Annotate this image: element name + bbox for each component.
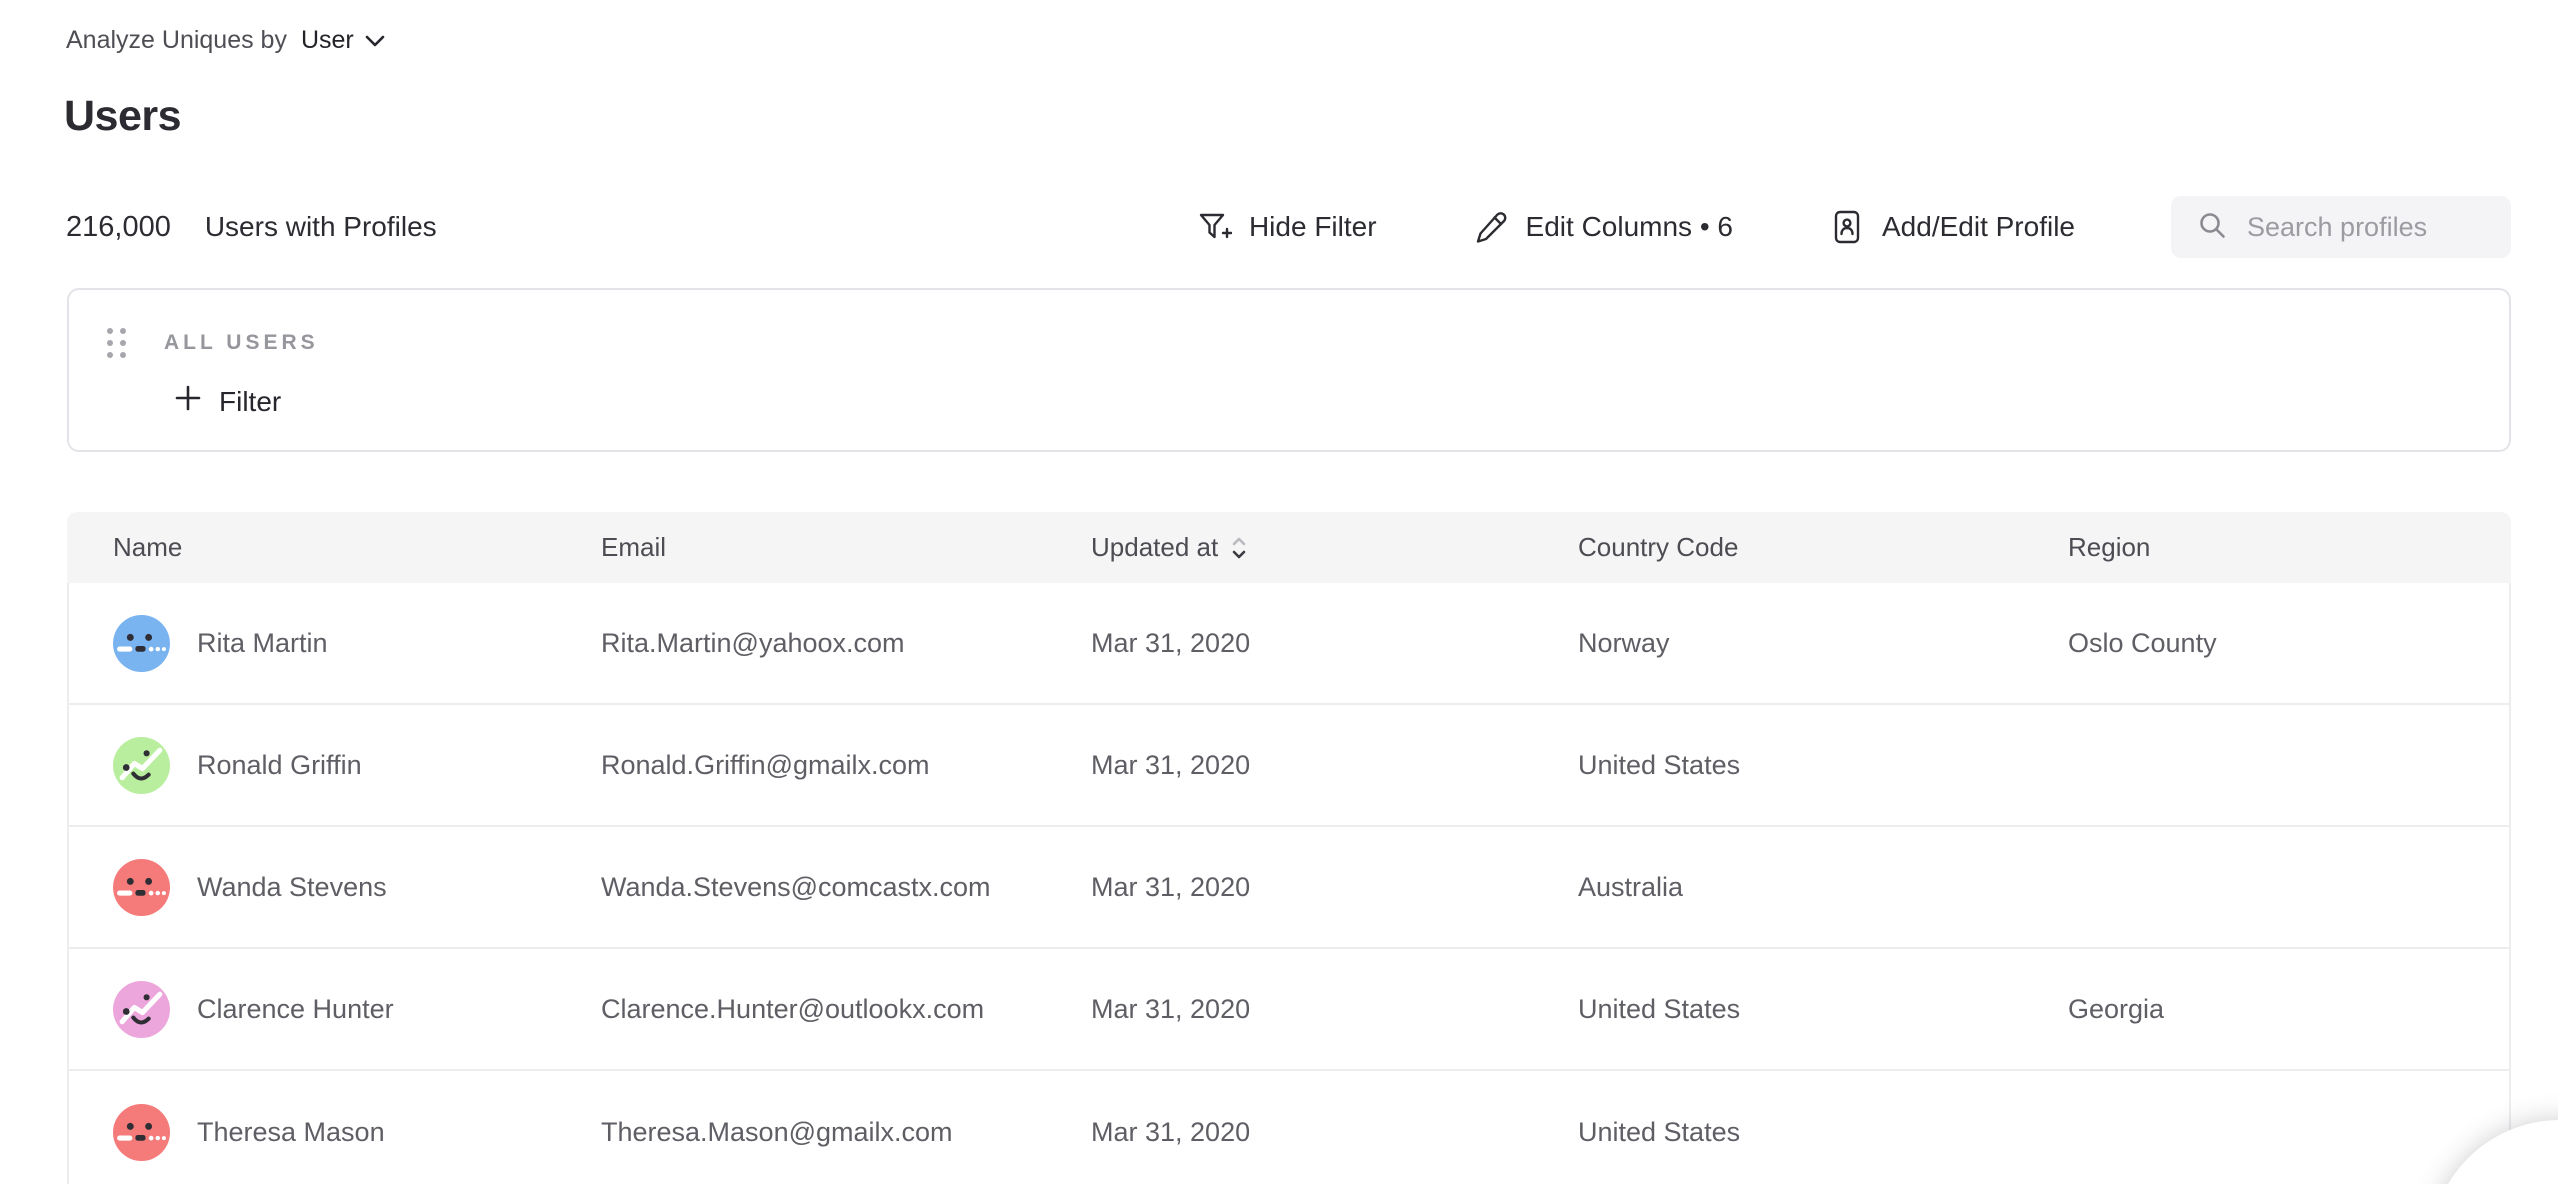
column-header-name[interactable]: Name (113, 532, 601, 563)
user-updated-at: Mar 31, 2020 (1091, 628, 1578, 659)
stats-toolbar-row: 216,000 Users with Profiles Hide Filter (66, 196, 2511, 258)
user-name: Ronald Griffin (197, 750, 362, 781)
add-filter-label: Filter (219, 386, 281, 418)
profile-count-caption: Users with Profiles (205, 211, 437, 243)
add-edit-profile-label: Add/Edit Profile (1882, 211, 2075, 243)
user-country: Australia (1578, 872, 2068, 903)
user-updated-at: Mar 31, 2020 (1091, 750, 1578, 781)
table-row[interactable]: Clarence Hunter Clarence.Hunter@outlookx… (69, 949, 2509, 1071)
user-name: Wanda Stevens (197, 872, 387, 903)
table-row[interactable]: Wanda Stevens Wanda.Stevens@comcastx.com… (69, 827, 2509, 949)
edit-columns-label: Edit Columns • 6 (1526, 211, 1733, 243)
add-edit-profile-button[interactable]: Add/Edit Profile (1829, 209, 2075, 245)
table-header: Name Email Updated at Country Code Regio… (67, 512, 2511, 583)
user-email: Ronald.Griffin@gmailx.com (601, 750, 1091, 781)
user-updated-at: Mar 31, 2020 (1091, 1117, 1578, 1148)
search-icon (2197, 210, 2227, 245)
table-row[interactable]: Ronald Griffin Ronald.Griffin@gmailx.com… (69, 705, 2509, 827)
user-email: Rita.Martin@yahoox.com (601, 628, 1091, 659)
column-header-region[interactable]: Region (2068, 532, 2511, 563)
page-title: Users (64, 92, 181, 141)
filter-card: ALL USERS Filter (67, 288, 2511, 452)
user-country: United States (1578, 994, 2068, 1025)
table-row[interactable]: Theresa Mason Theresa.Mason@gmailx.com M… (69, 1071, 2509, 1184)
analyze-uniques-label: Analyze Uniques by (66, 26, 287, 55)
user-email: Wanda.Stevens@comcastx.com (601, 872, 1091, 903)
column-header-email[interactable]: Email (601, 532, 1091, 563)
profile-count: 216,000 (66, 211, 171, 244)
users-page: Analyze Uniques by User Users 216,000 Us… (0, 0, 2558, 1184)
hide-filter-label: Hide Filter (1249, 211, 1377, 243)
toolbar: Hide Filter Edit Columns • 6 (1196, 196, 2511, 258)
user-email: Clarence.Hunter@outlookx.com (601, 994, 1091, 1025)
analyze-uniques-row: Analyze Uniques by User (66, 26, 386, 55)
user-country: United States (1578, 1117, 2068, 1148)
user-avatar (113, 1104, 170, 1161)
user-country: United States (1578, 750, 2068, 781)
hide-filter-button[interactable]: Hide Filter (1196, 209, 1377, 245)
all-users-label: ALL USERS (164, 331, 319, 355)
column-header-updated-at[interactable]: Updated at (1091, 532, 1578, 563)
user-country: Norway (1578, 628, 2068, 659)
user-avatar (113, 737, 170, 794)
profile-count-group: 216,000 Users with Profiles (66, 211, 437, 244)
edit-columns-button[interactable]: Edit Columns • 6 (1473, 209, 1733, 245)
sort-icon (1230, 533, 1248, 563)
user-updated-at: Mar 31, 2020 (1091, 994, 1578, 1025)
user-name: Theresa Mason (197, 1117, 385, 1148)
drag-handle-icon[interactable] (107, 328, 126, 358)
funnel-plus-icon (1196, 209, 1232, 245)
user-region: Georgia (2068, 994, 2509, 1025)
user-updated-at: Mar 31, 2020 (1091, 872, 1578, 903)
search-profiles-input[interactable] (2247, 212, 2485, 243)
plus-icon (174, 384, 202, 419)
user-email: Theresa.Mason@gmailx.com (601, 1117, 1091, 1148)
analyze-by-dropdown[interactable]: User (301, 26, 386, 55)
table-row[interactable]: Rita Martin Rita.Martin@yahoox.com Mar 3… (69, 583, 2509, 705)
add-filter-button[interactable]: Filter (174, 384, 281, 419)
column-header-country-code[interactable]: Country Code (1578, 532, 2068, 563)
pencil-icon (1473, 209, 1509, 245)
user-name: Rita Martin (197, 628, 328, 659)
users-table: Name Email Updated at Country Code Regio… (67, 512, 2511, 1184)
user-name: Clarence Hunter (197, 994, 394, 1025)
user-avatar (113, 615, 170, 672)
user-region: Oslo County (2068, 628, 2509, 659)
user-avatar (113, 981, 170, 1038)
user-avatar (113, 859, 170, 916)
chevron-down-icon (364, 26, 386, 55)
profile-card-icon (1829, 209, 1865, 245)
analyze-by-value: User (301, 26, 354, 55)
search-box (2171, 196, 2511, 258)
